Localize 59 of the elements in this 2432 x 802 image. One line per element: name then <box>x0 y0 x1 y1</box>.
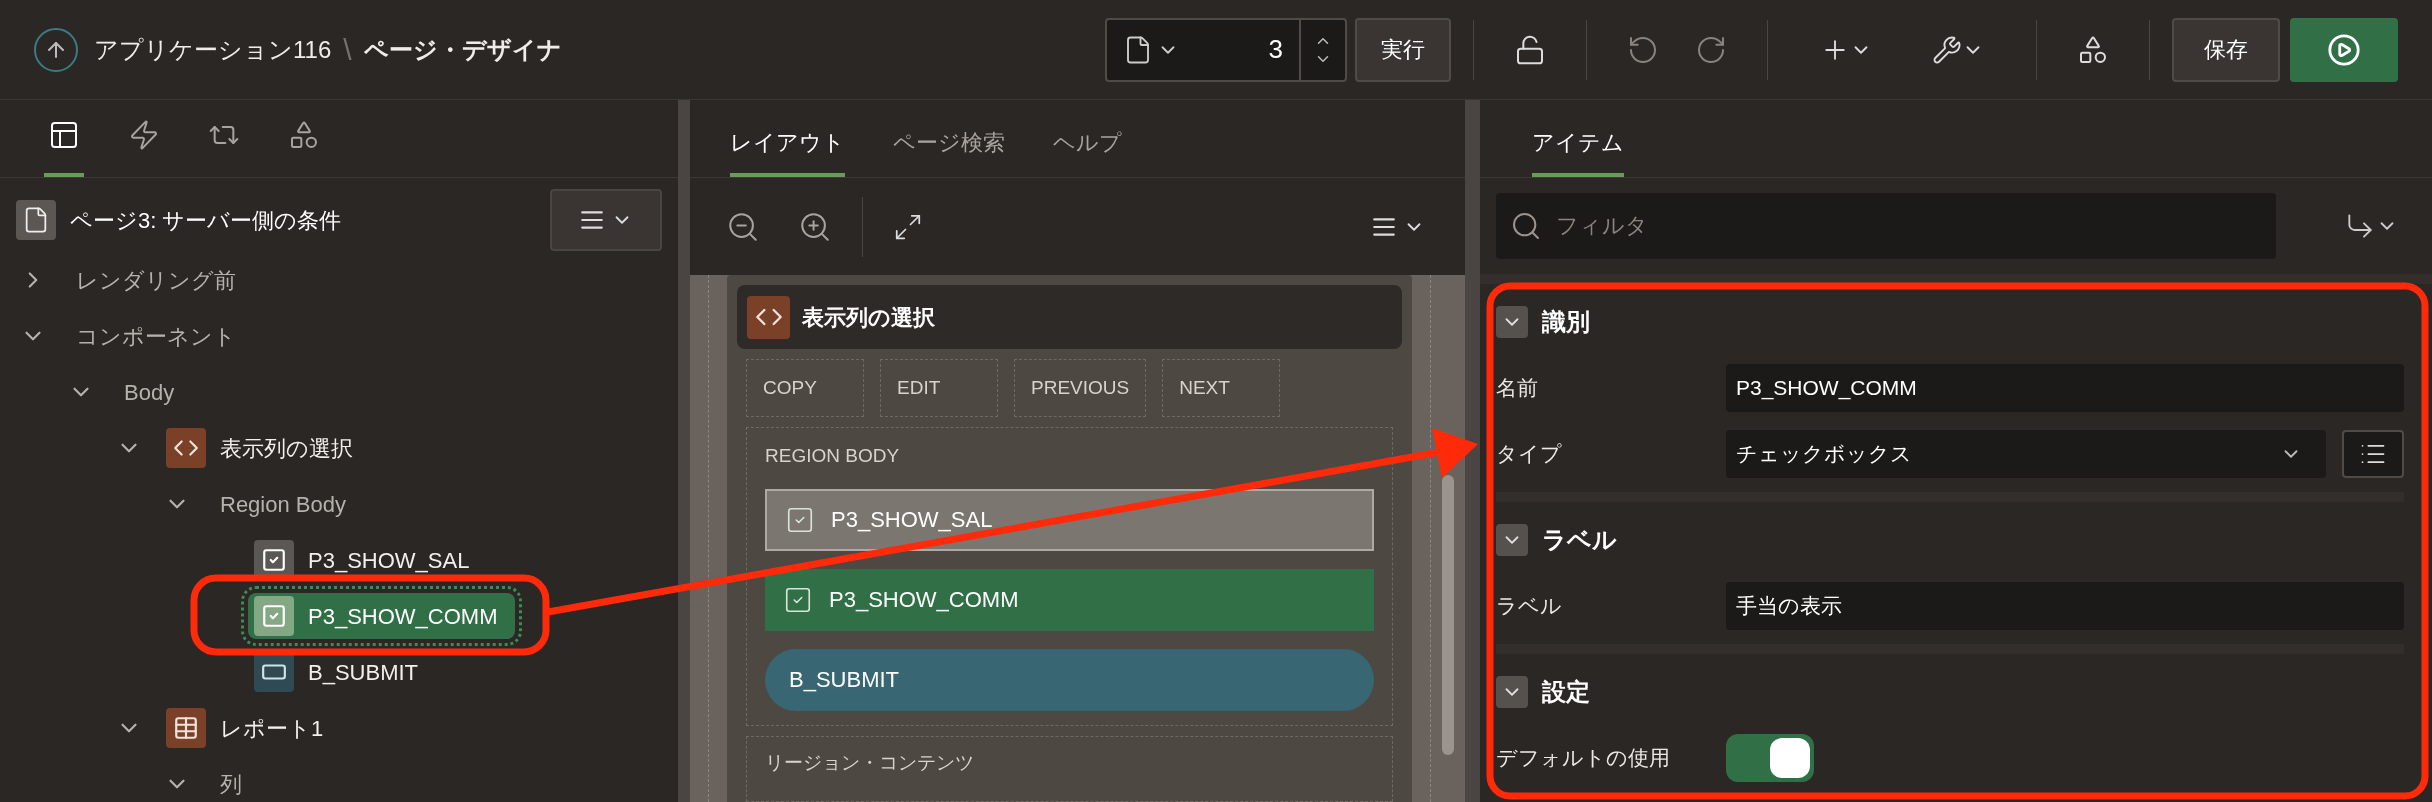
tree-root-title[interactable]: ページ3: サーバー側の条件 <box>70 203 342 237</box>
breadcrumb-separator: \ <box>343 32 352 68</box>
panel-tab[interactable]: ページ検索 <box>893 126 1005 177</box>
group-title: 識別 <box>1542 307 1590 337</box>
group-title: ラベル <box>1542 525 1617 555</box>
page-selector[interactable]: 3 <box>1105 17 1347 82</box>
region-action-button[interactable]: PREVIOUS <box>1014 359 1147 417</box>
panel-tab[interactable]: レイアウト <box>730 126 845 177</box>
tree-item[interactable]: 列 <box>220 767 242 801</box>
group-title: 設定 <box>1542 677 1590 707</box>
checkbox-item[interactable]: P3_SHOW_COMM <box>765 568 1374 631</box>
region-action-button[interactable]: COPY <box>746 359 864 417</box>
collapse-chevron-icon[interactable] <box>1496 676 1528 708</box>
tree-item[interactable]: レンダリング前 <box>76 263 236 297</box>
select-field[interactable]: チェックボックス <box>1726 430 2326 478</box>
region-contents-label: リージョン・コンテンツ <box>765 751 974 773</box>
app-link[interactable]: アプリケーション116 <box>94 31 332 68</box>
region-title: 表示列の選択 <box>802 303 935 332</box>
scrollbar[interactable] <box>1442 475 1454 755</box>
tree-item[interactable]: P3_SHOW_SAL <box>248 537 488 583</box>
search-icon <box>1510 210 1542 242</box>
region-body-label: REGION BODY <box>765 444 901 468</box>
tree-item[interactable]: B_SUBMIT <box>248 649 437 695</box>
tree-item[interactable]: Body <box>124 375 175 409</box>
text-field[interactable]: 手当の表示 <box>1726 582 2404 630</box>
panel-tab[interactable]: アイテム <box>1532 126 1624 177</box>
page-icon <box>16 200 56 240</box>
code-icon <box>166 428 206 468</box>
tree-item[interactable]: 表示列の選択 <box>220 431 353 465</box>
run-button[interactable]: 実行 <box>1355 17 1451 82</box>
region-action-button[interactable]: EDIT <box>880 359 998 417</box>
panel-tab[interactable]: ヘルプ <box>1053 126 1122 177</box>
text-field[interactable]: P3_SHOW_COMM <box>1726 364 2404 412</box>
page-number: 3 <box>1267 33 1284 66</box>
filter-field[interactable]: フィルタ <box>1496 193 2276 259</box>
submit-button[interactable]: B_SUBMIT <box>765 648 1374 711</box>
tree-item[interactable]: レポート1 <box>220 711 324 745</box>
property-label: デフォルトの使用 <box>1496 745 1671 772</box>
property-label: タイプ <box>1496 441 1563 468</box>
collapse-chevron-icon[interactable] <box>1496 306 1528 338</box>
run-page-button[interactable] <box>2290 17 2398 82</box>
list-button[interactable] <box>2342 430 2404 478</box>
table-icon <box>166 708 206 748</box>
checkbox-icon <box>254 596 294 636</box>
page-title: ページ・デザイナ <box>363 34 562 65</box>
region-header[interactable]: 表示列の選択 <box>737 285 1402 349</box>
property-label: 名前 <box>1496 375 1539 402</box>
unlock-icon[interactable] <box>1514 33 1546 66</box>
tree-item[interactable]: コンポーネント <box>76 319 236 353</box>
property-label: ラベル <box>1496 593 1563 620</box>
collapse-chevron-icon[interactable] <box>1496 524 1528 556</box>
checkbox-item[interactable]: P3_SHOW_SAL <box>765 488 1374 551</box>
toggle-switch[interactable] <box>1726 734 1814 782</box>
save-button[interactable]: 保存 <box>2172 17 2280 82</box>
code-icon <box>747 295 790 339</box>
tree-item[interactable]: Region Body <box>220 487 346 521</box>
region-action-button[interactable]: NEXT <box>1162 359 1281 417</box>
play-icon <box>2327 32 2361 67</box>
tree-menu-button[interactable] <box>550 189 662 251</box>
